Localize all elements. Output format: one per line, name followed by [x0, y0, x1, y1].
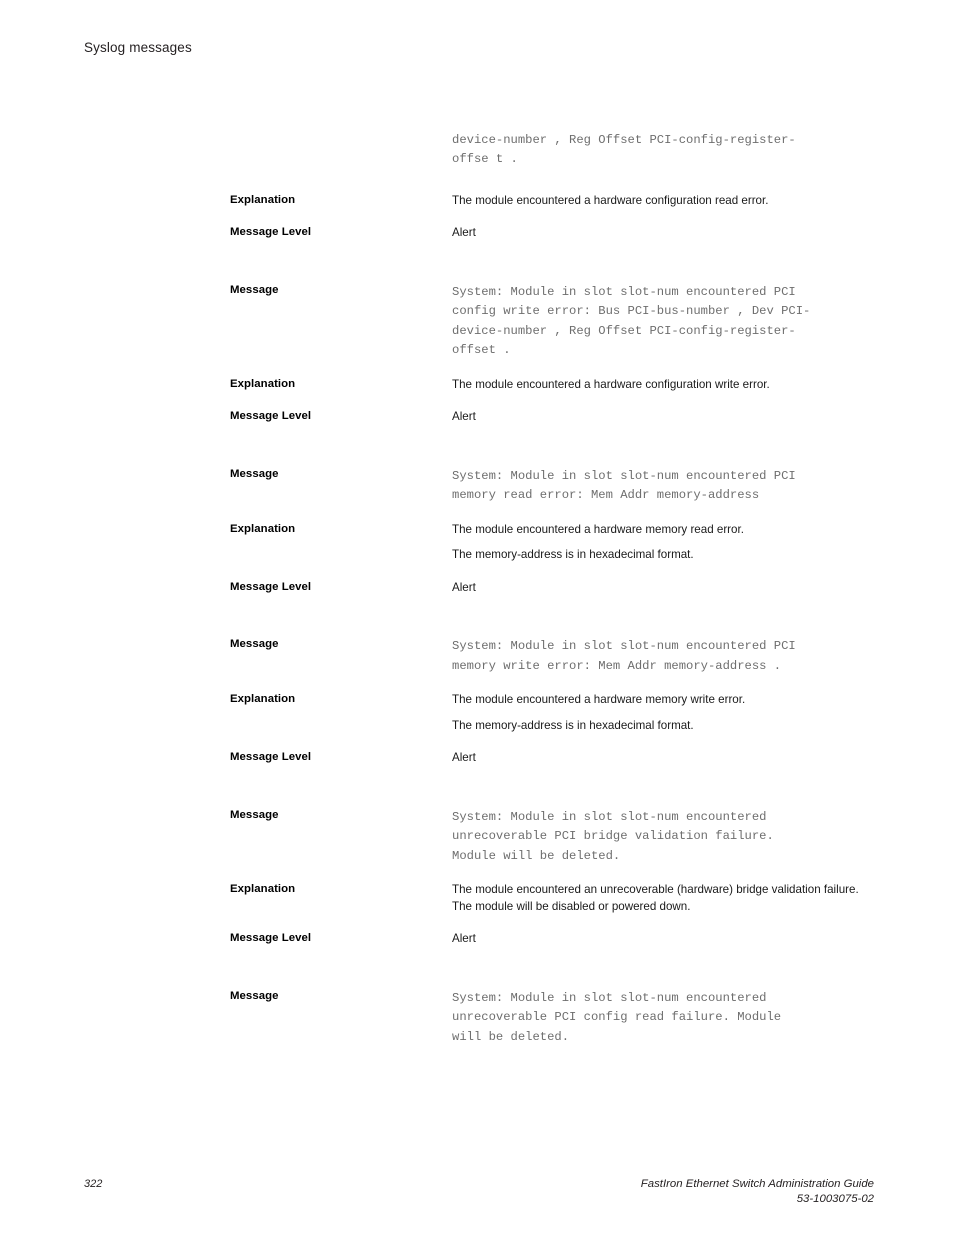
row-label-message: Message — [230, 990, 279, 1002]
row-label-message-level: Message Level — [230, 410, 312, 423]
row-value: The module encountered a hardware memory… — [452, 522, 954, 564]
explanation-note: The memory-address is in hexadecimal for… — [452, 718, 694, 732]
row-label-message: Message — [230, 638, 279, 651]
row-label-explanation: Explanation — [230, 522, 296, 535]
table-row: Explanation The module encountered a har… — [0, 522, 954, 564]
row-label-explanation: Explanation — [230, 693, 296, 706]
row-label-explanation: Explanation — [230, 883, 296, 896]
row-value: System: Module in slot slot-num encounte… — [452, 637, 954, 676]
explanation-text: The module encountered a hardware config… — [452, 377, 770, 391]
row-value: The module encountered a hardware config… — [452, 377, 954, 394]
row-label-message: Message — [230, 284, 279, 296]
row-value: Alert — [452, 580, 954, 597]
table-row: Explanation The module encountered a har… — [0, 377, 954, 394]
message-level-text: Alert — [452, 932, 476, 946]
table-row: Message Level Alert — [0, 409, 954, 426]
message-text: System: Module in slot slot-num encounte… — [452, 468, 796, 503]
table-row: Message System: Module in slot slot-num … — [0, 637, 954, 676]
message-text: System: Module in slot slot-num encounte… — [452, 285, 811, 358]
explanation-text: The module encountered an unrecoverable … — [452, 883, 859, 913]
row-value: Alert — [452, 225, 954, 242]
message-text: System: Module in slot slot-num encounte… — [452, 810, 774, 863]
table-row: Message System: Module in slot slot-num … — [0, 989, 954, 1047]
footer-doc-number: 53-1003075-02 — [796, 1193, 874, 1205]
table-row: Message System: Module in slot slot-num … — [0, 808, 954, 866]
table-row: Message Level Alert — [0, 750, 954, 767]
message-text: System: Module in slot slot-num encounte… — [452, 991, 782, 1044]
row-value: System: Module in slot slot-num encounte… — [452, 808, 954, 866]
page-footer: 322 FastIron Ethernet Switch Administrat… — [84, 1177, 874, 1207]
row-label-message-level: Message Level — [230, 932, 312, 945]
explanation-text: The module encountered a hardware memory… — [452, 693, 746, 707]
table-row: Message System: Module in slot slot-num … — [0, 467, 954, 506]
table-row: device-number , Reg Offset PCI-config-re… — [0, 131, 954, 170]
row-label-message-level: Message Level — [230, 580, 312, 593]
explanation-note: The memory-address is in hexadecimal for… — [452, 548, 694, 562]
row-value: System: Module in slot slot-num encounte… — [452, 467, 954, 506]
table-row: Explanation The module encountered a har… — [0, 193, 954, 210]
row-label-message: Message — [230, 809, 279, 821]
row-label-message-level: Message Level — [230, 226, 312, 239]
message-level-text: Alert — [452, 226, 476, 240]
row-value: Alert — [452, 750, 954, 767]
row-value: Alert — [452, 409, 954, 426]
footer-document-info: FastIron Ethernet Switch Administration … — [641, 1177, 874, 1207]
row-value: Alert — [452, 931, 954, 948]
row-value: System: Module in slot slot-num encounte… — [452, 283, 954, 361]
message-text-continuation: device-number , Reg Offset PCI-config-re… — [452, 133, 796, 167]
footer-guide-title: FastIron Ethernet Switch Administration … — [640, 1178, 874, 1190]
row-value: The module encountered a hardware memory… — [452, 692, 954, 734]
row-label-explanation: Explanation — [230, 193, 296, 206]
row-label-message-level: Message Level — [230, 751, 312, 764]
message-level-text: Alert — [452, 751, 476, 765]
table-row: Message Level Alert — [0, 225, 954, 242]
table-row: Explanation The module encountered an un… — [0, 882, 954, 915]
table-row: Message Level Alert — [0, 931, 954, 948]
row-value: The module encountered an unrecoverable … — [452, 882, 954, 915]
explanation-text: The module encountered a hardware config… — [452, 193, 769, 207]
row-value: The module encountered a hardware config… — [452, 193, 954, 210]
running-header: Syslog messages — [84, 40, 192, 55]
syslog-message-table: device-number , Reg Offset PCI-config-re… — [0, 131, 954, 1047]
table-row: Message System: Module in slot slot-num … — [0, 283, 954, 361]
message-level-text: Alert — [452, 410, 476, 424]
table-row: Message Level Alert — [0, 580, 954, 597]
footer-page-number: 322 — [84, 1178, 103, 1190]
row-value: System: Module in slot slot-num encounte… — [452, 989, 954, 1047]
row-label-message: Message — [230, 467, 279, 480]
message-level-text: Alert — [452, 580, 476, 594]
row-value: device-number , Reg Offset PCI-config-re… — [452, 131, 954, 170]
table-row: Explanation The module encountered a har… — [0, 692, 954, 734]
explanation-text: The module encountered a hardware memory… — [452, 522, 744, 536]
document-page: Syslog messages device-number , Reg Offs… — [0, 0, 954, 1235]
row-label-explanation: Explanation — [230, 377, 296, 390]
message-text: System: Module in slot slot-num encounte… — [452, 639, 796, 673]
